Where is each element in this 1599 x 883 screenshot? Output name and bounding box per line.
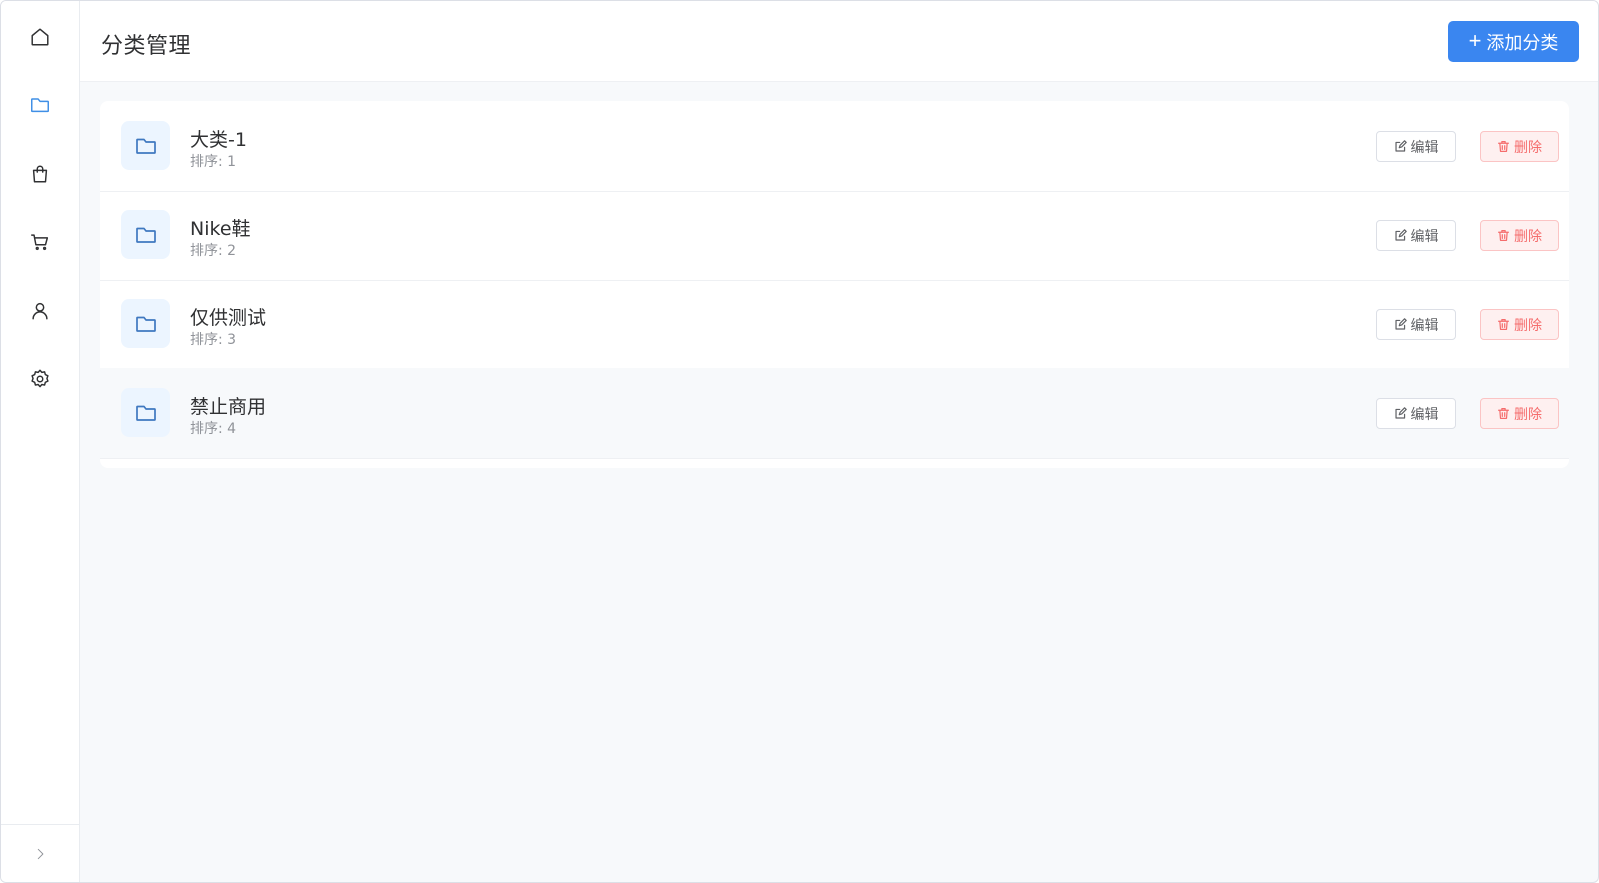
sidebar-collapse-toggle[interactable] <box>1 824 79 882</box>
trash-icon <box>1498 319 1509 330</box>
plus-icon: + <box>1468 27 1482 53</box>
sidebar-item-home[interactable] <box>20 17 60 57</box>
category-row: 禁止商用 排序: 4 编辑 删除 <box>100 368 1569 459</box>
folder-icon <box>135 316 156 332</box>
sidebar-item-products[interactable] <box>20 154 60 194</box>
sidebar-item-users[interactable] <box>20 291 60 331</box>
edit-icon <box>1394 229 1407 241</box>
edit-button[interactable]: 编辑 <box>1376 309 1456 340</box>
category-sort: 排序: 1 <box>190 154 237 170</box>
folder-icon <box>135 405 156 421</box>
edit-button[interactable]: 编辑 <box>1376 398 1456 429</box>
category-sort: 排序: 4 <box>190 421 237 437</box>
home-icon <box>31 28 49 46</box>
sidebar <box>1 1 80 882</box>
user-icon <box>32 302 48 320</box>
sidebar-item-settings[interactable] <box>20 359 60 399</box>
shopping-bag-icon <box>32 165 48 183</box>
folder-icon <box>135 227 156 243</box>
trash-icon <box>1498 230 1509 241</box>
category-row: 大类-1 排序: 1 编辑 删除 <box>100 101 1569 192</box>
delete-label: 删除 <box>1514 316 1542 333</box>
delete-label: 删除 <box>1514 138 1542 155</box>
delete-label: 删除 <box>1514 227 1542 244</box>
category-sort: 排序: 2 <box>190 243 237 259</box>
trash-icon <box>1498 141 1509 152</box>
category-name: 仅供测试 <box>190 307 267 329</box>
edit-label: 编辑 <box>1410 227 1439 244</box>
edit-button[interactable]: 编辑 <box>1376 220 1456 251</box>
delete-label: 删除 <box>1514 405 1542 422</box>
delete-button[interactable]: 删除 <box>1480 398 1559 429</box>
sidebar-item-orders[interactable] <box>20 222 60 262</box>
folder-icon <box>31 98 49 113</box>
gear-icon <box>31 369 49 388</box>
folder-icon <box>135 138 156 154</box>
edit-button[interactable]: 编辑 <box>1376 131 1456 162</box>
app-window: 分类管理 + 添加分类 大类-1 排序: 1 编辑 删除 Nike鞋 排序: 2… <box>0 0 1599 883</box>
category-sort: 排序: 3 <box>190 332 237 348</box>
category-folder-icon <box>121 210 170 259</box>
edit-icon <box>1394 140 1407 152</box>
category-folder-icon <box>121 299 170 348</box>
delete-button[interactable]: 删除 <box>1480 309 1559 340</box>
category-folder-icon <box>121 121 170 170</box>
category-folder-icon <box>121 388 170 437</box>
category-name: 大类-1 <box>190 129 247 151</box>
edit-label: 编辑 <box>1410 138 1439 155</box>
chevron-right-icon <box>37 848 44 859</box>
edit-icon <box>1394 318 1407 330</box>
add-category-button[interactable]: + 添加分类 <box>1448 21 1579 62</box>
sidebar-item-categories[interactable] <box>20 85 60 125</box>
category-name: 禁止商用 <box>190 396 267 418</box>
category-row: 仅供测试 排序: 3 编辑 删除 <box>100 279 1569 370</box>
add-category-label: 添加分类 <box>1486 32 1559 53</box>
delete-button[interactable]: 删除 <box>1480 131 1559 162</box>
delete-button[interactable]: 删除 <box>1480 220 1559 251</box>
page-header: 分类管理 + 添加分类 <box>80 1 1598 82</box>
trash-icon <box>1498 408 1509 419</box>
edit-label: 编辑 <box>1410 405 1439 422</box>
category-name: Nike鞋 <box>190 218 251 240</box>
category-list: 大类-1 排序: 1 编辑 删除 Nike鞋 排序: 2 编辑 删除 仅供测试 … <box>100 101 1569 468</box>
edit-label: 编辑 <box>1410 316 1439 333</box>
cart-icon <box>31 234 49 251</box>
category-row: Nike鞋 排序: 2 编辑 删除 <box>100 190 1569 281</box>
page-title: 分类管理 <box>101 34 192 59</box>
edit-icon <box>1394 407 1407 419</box>
